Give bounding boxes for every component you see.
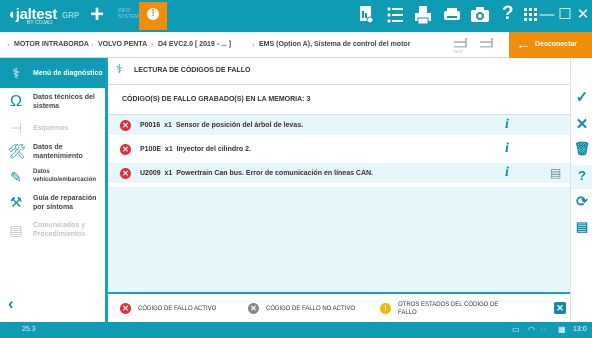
clock-time: 13:0 [573,326,587,333]
diagnostic-menu-icon: ⚕ [116,62,123,76]
fault-code-panel: ⚕ LECTURA DE CÓDIGOS DE FALLO CÓDIGO(S) … [108,58,570,322]
extra-icon[interactable]: ▤ [571,219,592,235]
small-label: INFO SYSTEM [118,8,139,20]
breadcrumb-separator: › [7,40,10,49]
fault-row[interactable]: ✕ P100E x1 Inyector del cilindro 2. i [108,139,570,161]
info-icon[interactable]: i [505,141,509,157]
sidebar-item-technical-data[interactable]: Ω Datos técnicos del sistema [0,88,105,116]
fault-text: P100E x1 Inyector del cilindro 2. [140,146,251,153]
maintenance-icon: 🛠 [8,143,26,159]
status-bar: 25.3 ▭ ◠ ◌ ▦ 13:0 [0,322,592,338]
print-icon[interactable] [414,4,432,26]
test-icon[interactable]: TEST [478,38,496,54]
breadcrumb-item[interactable]: EMS (Option A), Sistema de control del m… [259,41,410,48]
sidebar-item-vehicle-data[interactable]: ✎ Datos vehículo/embarcación [0,164,105,188]
sidebar-item-schematics: ⊣ Esquemas [0,116,105,138]
active-fault-icon: ✕ [120,303,131,314]
question-button[interactable]: ? [571,165,592,189]
breadcrumb: › MOTOR INTRABORDA › VOLVO PENTA › D4 EV… [0,32,592,58]
info-icon[interactable]: i [505,165,509,181]
close-legend-icon[interactable]: ✕ [554,302,566,314]
svg-text:TEST: TEST [479,49,490,54]
logo-subtitle: BY COJALI [27,20,53,26]
camera-icon[interactable] [470,4,490,26]
sidebar-item-bulletins: ▤ Comunicados y Procedimientos [0,216,105,244]
breadcrumb-item[interactable]: MOTOR INTRABORDA [14,41,89,48]
arrow-left-icon: ← [516,36,531,53]
action-bar: ✓ ✕ 🗑 ? ⟳ ▤ [570,58,592,322]
fault-count-header: CÓDIGO(S) DE FALLO GRABADO(S) EN LA MEMO… [108,84,570,115]
breadcrumb-item[interactable]: D4 EVC2.0 [ 2019 - ... ] [158,41,231,48]
inactive-fault-icon: ✕ [248,303,259,314]
alert-icon: ! [147,8,159,20]
battery-icon: ▭ [512,325,520,334]
sidebar-item-label: Guía de reparación por síntoma [33,195,97,211]
back-icon[interactable]: ‹ [8,294,14,314]
printer-icon[interactable] [442,4,462,26]
schematics-icon: ⊣ [9,120,23,136]
sidebar-item-label: Datos vehículo/embarcación [33,169,97,183]
delete-icon[interactable]: 🗑 [571,141,592,157]
legend-other: OTROS ESTADOS DEL CÓDIGO DE FALLO [398,302,499,316]
alert-button[interactable]: ! [139,2,167,30]
fault-row[interactable]: ✕ P0016 x1 Sensor de posición del árbol … [108,115,570,137]
list-icon[interactable] [386,4,404,26]
confirm-icon[interactable]: ✓ [571,88,592,106]
close-icon[interactable]: ✕ [574,0,592,32]
wifi-icon: ◠ [528,325,535,334]
minimize-icon[interactable]: — [538,0,556,32]
sidebar-item-maintenance[interactable]: 🛠 Datos de mantenimiento [0,138,105,164]
calendar-icon: ▦ [558,325,566,334]
sidebar-item-label: Datos técnicos del sistema [33,94,95,110]
empty-area [108,187,570,292]
page-title: LECTURA DE CÓDIGOS DE FALLO [134,67,251,74]
sidebar-item-label: Comunicados y Procedimientos [33,222,86,238]
sidebar-item-diagnostic-menu[interactable]: ⚕ Menú de diagnóstico [0,58,105,88]
diagnostic-menu-icon: ⚕ [12,65,20,81]
svg-text:TEST: TEST [453,49,464,54]
technical-data-icon: Ω [10,93,22,110]
bulletins-icon: ▤ [9,222,23,238]
breadcrumb-separator: › [151,40,154,49]
history-icon[interactable]: ⟳ [571,193,592,210]
sidebar-item-label: Menú de diagnóstico [33,70,103,77]
legend-active: CÓDIGO DE FALLO ACTIVO [138,306,217,312]
fault-count-text: CÓDIGO(S) DE FALLO GRABADO(S) EN LA MEMO… [122,96,311,103]
other-states-icon: ! [380,303,391,314]
sidebar-item-label: Esquemas [33,125,69,132]
top-bar: ◖jaltest BY COJALI GRP + INFO SYSTEM ! ?… [0,0,592,32]
breadcrumb-separator: › [91,40,94,49]
sidebar-item-repair-guide[interactable]: ⚒ Guía de reparación por síntoma [0,188,105,216]
fault-row[interactable]: ✕ U2009 x1 Powertrain Can bus. Error de … [108,163,570,185]
cancel-icon[interactable]: ✕ [571,115,592,133]
vehicle-data-icon: ✎ [10,169,22,185]
info-icon[interactable]: i [505,117,509,133]
sidebar-item-label: Datos de mantenimiento [33,144,83,160]
legend-inactive: CÓDIGO DE FALLO NO ACTIVO [266,306,356,312]
test-icon[interactable]: TEST [452,38,470,54]
breadcrumb-item[interactable]: VOLVO PENTA [98,41,147,48]
active-fault-icon: ✕ [120,168,131,179]
sidebar: ⚕ Menú de diagnóstico Ω Datos técnicos d… [0,58,108,322]
procedure-icon[interactable]: ▤ [550,166,561,180]
fault-text: U2009 x1 Powertrain Can bus. Error de co… [140,170,374,177]
grp-label[interactable]: GRP [62,11,79,20]
signal-icon: ◌ [541,325,546,334]
help-icon[interactable]: ? [502,3,514,25]
legend: ✕ CÓDIGO DE FALLO ACTIVO ✕ CÓDIGO DE FAL… [108,292,570,322]
breadcrumb-separator: › [252,40,255,49]
repair-guide-icon: ⚒ [9,194,23,210]
question-icon: ? [578,168,586,183]
report-icon[interactable] [358,4,374,26]
fault-text: P0016 x1 Sensor de posición del árbol de… [140,122,304,129]
version-label: 25.3 [22,326,36,333]
apps-icon[interactable] [524,8,538,22]
active-fault-icon: ✕ [120,144,131,155]
add-icon[interactable]: + [90,3,104,27]
disconnect-label: Desconectar [535,41,578,48]
disconnect-button[interactable]: ← Desconectar [509,32,592,58]
active-fault-icon: ✕ [120,120,131,131]
maximize-icon[interactable]: ☐ [556,0,574,32]
